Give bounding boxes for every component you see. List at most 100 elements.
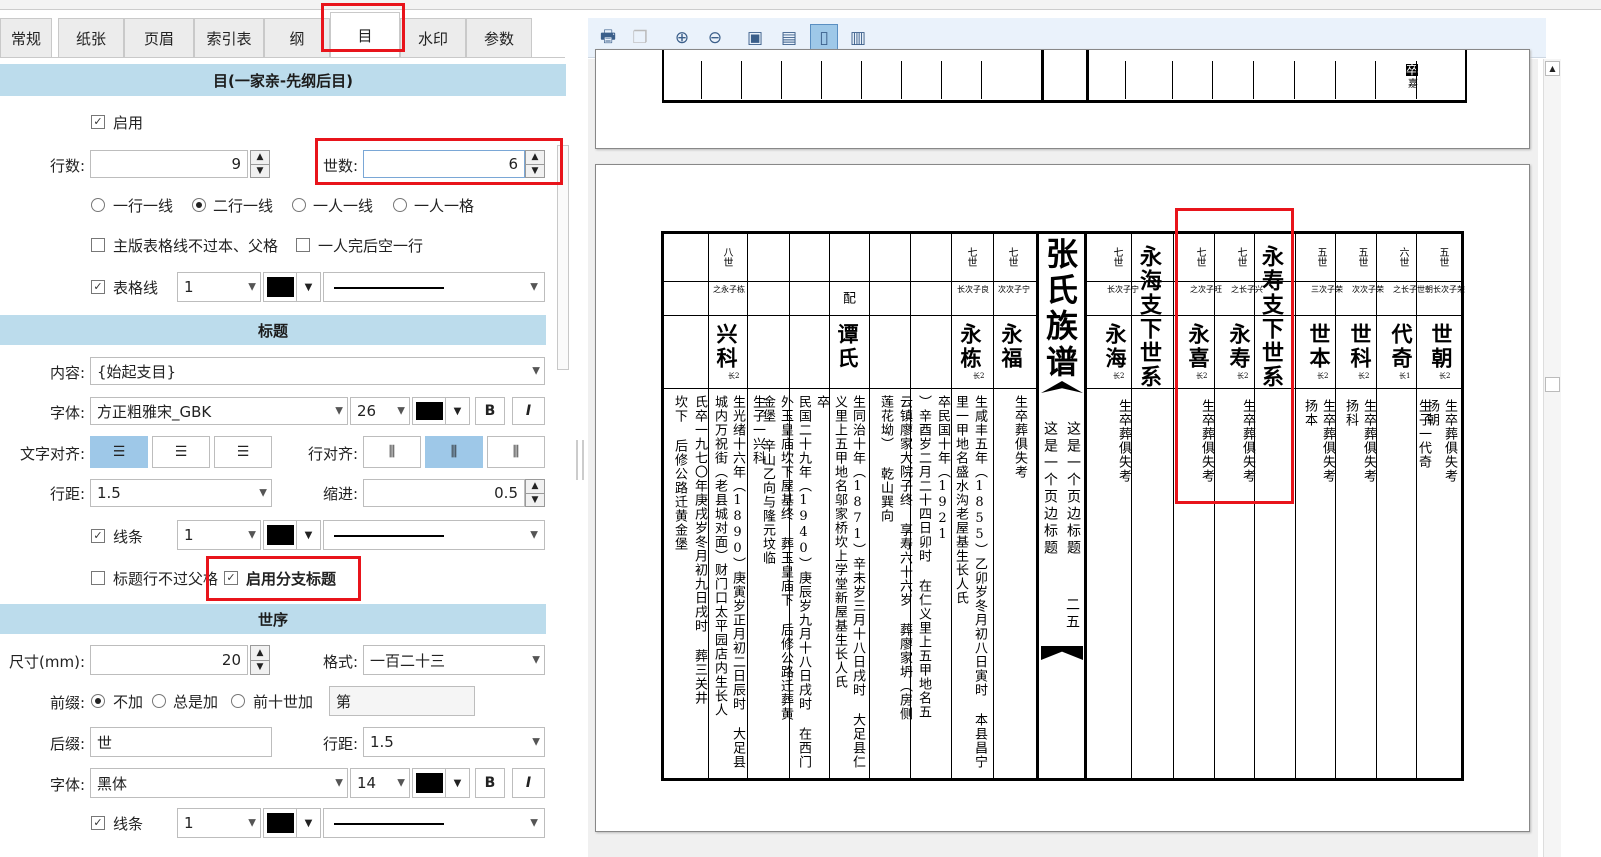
title-spacing-select[interactable]: 1.5 ▼ xyxy=(90,479,272,507)
radio-one-person-line[interactable] xyxy=(292,198,306,212)
two-page-icon[interactable]: ▥ xyxy=(844,24,872,52)
suffix-input[interactable]: 世 xyxy=(90,727,272,757)
order-line-color-picker[interactable]: ▼ xyxy=(263,808,321,838)
order-italic-button[interactable]: I xyxy=(512,768,545,798)
title-line-width-select[interactable]: 1 ▼ xyxy=(177,520,261,550)
title-color-picker[interactable]: ▼ xyxy=(412,397,470,425)
tab-general[interactable]: 常规 xyxy=(0,18,52,58)
person-bio: 生子一兴科 xyxy=(750,395,765,465)
zoom-in-icon[interactable]: ⊕ xyxy=(668,24,696,52)
title-italic-button[interactable]: I xyxy=(512,397,545,425)
tab-params[interactable]: 参数 xyxy=(466,18,532,58)
title-line-style-select[interactable]: ▼ xyxy=(323,520,545,550)
radio-one-row-line[interactable] xyxy=(91,198,105,212)
scroll-up-icon[interactable]: ▲ xyxy=(1545,61,1560,76)
generations-input[interactable]: 6 xyxy=(363,150,525,178)
row-align-middle-button[interactable]: ⫼ xyxy=(425,436,483,468)
person-bio: 生同治十年（1871）辛未岁三月十八日戌时 大足县仁 xyxy=(850,395,865,769)
book-title: 张氏族谱 xyxy=(1041,237,1079,381)
main-border-checkbox[interactable] xyxy=(91,238,105,252)
title-line-color-picker[interactable]: ▼ xyxy=(263,520,321,550)
order-spacing-value: 1.5 xyxy=(370,733,394,751)
row-align-bottom-button[interactable]: ⫼ xyxy=(487,436,545,468)
chevron-down-icon: ▼ xyxy=(397,405,405,417)
order-color-picker[interactable]: ▼ xyxy=(412,768,470,798)
title-line-checkbox[interactable]: ✓ xyxy=(91,529,105,543)
column-line xyxy=(1214,231,1215,781)
generation-label: 八世 xyxy=(721,247,732,267)
prefix-radio-first-ten[interactable] xyxy=(231,694,245,708)
fit-page-icon[interactable]: ▣ xyxy=(741,24,769,52)
order-font-size-select[interactable]: 14 ▼ xyxy=(350,768,410,798)
person-order: 长1 xyxy=(1399,372,1411,380)
rows-spinner[interactable]: ▲ ▼ xyxy=(250,150,270,178)
tab-mu[interactable]: 目 xyxy=(330,12,400,58)
chevron-down-icon: ▼ xyxy=(296,809,320,837)
radio-one-person-cell[interactable] xyxy=(393,198,407,212)
generations-spinner[interactable]: ▲ ▼ xyxy=(525,150,545,178)
enable-checkbox[interactable]: ✓ xyxy=(91,115,105,129)
grid-line xyxy=(1416,61,1417,99)
copy-icon[interactable]: ❐ xyxy=(626,24,654,52)
row-align-top-button[interactable]: ⫼ xyxy=(363,436,421,468)
order-font-select[interactable]: 黑体 ▼ xyxy=(90,768,348,798)
align-top-icon: ⫼ xyxy=(388,444,396,460)
chevron-down-icon: ▼ xyxy=(397,777,405,789)
tab-header[interactable]: 页眉 xyxy=(124,18,194,58)
prefix-radio-always[interactable] xyxy=(152,694,166,708)
order-line-checkbox[interactable]: ✓ xyxy=(91,816,105,830)
align-center-icon: ☰ xyxy=(174,444,188,460)
title-no-parent-checkbox[interactable] xyxy=(91,571,105,585)
person-bio: 义里上五甲地名邬家桥坎上学堂新屋基生长人氏 xyxy=(832,395,847,689)
title-bold-button[interactable]: B xyxy=(475,397,505,425)
align-center-button[interactable]: ☰ xyxy=(152,436,210,468)
indent-input[interactable]: 0.5 xyxy=(363,479,525,507)
order-bold-button[interactable]: B xyxy=(475,768,505,798)
column-line xyxy=(708,231,709,781)
print-icon[interactable]: 🖶 xyxy=(594,24,622,52)
gridline-width-value: 1 xyxy=(184,278,194,296)
splitter-handle[interactable] xyxy=(576,440,584,480)
preview-scrollbar[interactable]: ▲ xyxy=(1543,59,1561,857)
gridline-style-select[interactable]: ▼ xyxy=(323,272,545,302)
person-order: 长2 xyxy=(1358,372,1370,380)
column-line xyxy=(993,231,994,781)
blank-row-checkbox[interactable] xyxy=(296,238,310,252)
gridline-width-select[interactable]: 1 ▼ xyxy=(177,272,261,302)
prefix-radio-none[interactable] xyxy=(91,694,105,708)
zoom-out-icon[interactable]: ⊖ xyxy=(701,24,729,52)
tab-index[interactable]: 索引表 xyxy=(194,18,264,58)
generation-label: 六世 xyxy=(1397,247,1408,267)
gridline-color-picker[interactable]: ▼ xyxy=(263,272,321,302)
preview-area[interactable]: 卒 嘉 张氏族谱 这是一个页边标题 这是一个页边标题 二五 永海支下世系 永寿支下世系 五世… xyxy=(588,49,1538,857)
order-spacing-select[interactable]: 1.5 ▼ xyxy=(363,727,545,757)
panel-scrollbar[interactable] xyxy=(557,145,569,370)
title-font-size-select[interactable]: 26 ▼ xyxy=(350,397,410,425)
title-font-select[interactable]: 方正粗雅宋_GBK ▼ xyxy=(90,397,348,425)
order-line-style-select[interactable]: ▼ xyxy=(323,808,545,838)
content-select[interactable]: {始起支目} ▼ xyxy=(90,357,545,385)
spine-border xyxy=(1084,231,1087,781)
branch-title-checkbox[interactable]: ✓ xyxy=(224,571,238,585)
scroll-thumb[interactable] xyxy=(1545,377,1560,392)
order-size-input[interactable]: 20 xyxy=(90,645,248,675)
order-format-select[interactable]: 一百二十三 ▼ xyxy=(363,645,545,675)
order-line-width-select[interactable]: 1 ▼ xyxy=(177,808,261,838)
order-size-spinner[interactable]: ▲ ▼ xyxy=(250,645,270,675)
align-left-button[interactable]: ☰ xyxy=(90,436,148,468)
radio-two-row-line[interactable] xyxy=(192,198,206,212)
row-align-label: 行对齐: xyxy=(307,445,358,463)
tab-watermark[interactable]: 水印 xyxy=(400,18,466,58)
fit-width-icon[interactable]: ▤ xyxy=(775,24,803,52)
align-bottom-icon: ⫼ xyxy=(512,444,520,460)
align-right-button[interactable]: ☰ xyxy=(214,436,272,468)
indent-spinner[interactable]: ▲ ▼ xyxy=(525,479,545,507)
prefix-input[interactable]: 第 xyxy=(329,686,475,716)
single-page-icon[interactable]: ▯ xyxy=(810,24,838,52)
chevron-down-icon: ▼ xyxy=(530,281,538,293)
column-line xyxy=(1295,231,1296,781)
rows-input[interactable]: 9 xyxy=(90,150,248,178)
gridline-checkbox[interactable]: ✓ xyxy=(91,280,105,294)
tab-paper[interactable]: 纸张 xyxy=(58,18,124,58)
tab-gang[interactable]: 纲 xyxy=(264,18,330,58)
